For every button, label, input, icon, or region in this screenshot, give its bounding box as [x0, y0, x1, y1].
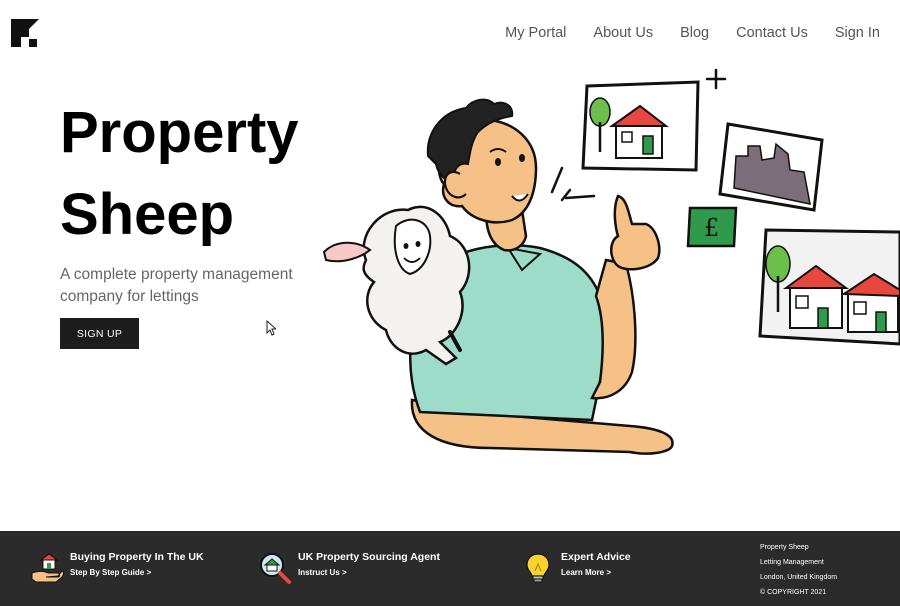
- footer-company-info: Property Sheep Letting Management London…: [760, 543, 837, 597]
- house-picture-frame: [581, 80, 700, 172]
- instruct-us-link[interactable]: Instruct Us >: [298, 568, 440, 577]
- man-with-sheep-thumbs-up-illustration: £: [322, 68, 900, 455]
- footer-company-tagline: Letting Management: [760, 559, 824, 566]
- footer-item-sourcing-agent[interactable]: UK Property Sourcing Agent Instruct Us >: [258, 551, 440, 585]
- footer-item-title: Expert Advice: [561, 551, 631, 563]
- sign-up-button[interactable]: SIGN UP: [60, 318, 139, 349]
- footer-item-title: UK Property Sourcing Agent: [298, 551, 440, 563]
- hero-title-line1: Property: [60, 100, 299, 165]
- svg-text:£: £: [704, 214, 719, 242]
- nav-sign-in[interactable]: Sign In: [835, 25, 880, 41]
- plus-icon: [705, 68, 727, 90]
- exclaim-lines: [550, 166, 596, 202]
- footer-company-location: London, United Kingdom: [760, 574, 838, 581]
- city-picture-frame: [718, 122, 824, 212]
- lightbulb-icon: [526, 553, 550, 583]
- hero-title-line2: Sheep: [60, 182, 235, 247]
- hero-title: Property Sheep: [60, 92, 299, 256]
- footer-company-name: Property Sheep: [760, 544, 809, 551]
- nav-my-portal[interactable]: My Portal: [505, 25, 566, 41]
- hero-subtitle: A complete property management company f…: [60, 266, 293, 305]
- footer-copyright: © COPYRIGHT 2021: [760, 589, 827, 596]
- footer-bar: Buying Property In The UK Step By Step G…: [0, 531, 900, 606]
- footer-item-title: Buying Property In The UK: [70, 551, 204, 563]
- nav-blog[interactable]: Blog: [680, 25, 709, 41]
- hand-house-icon: [31, 553, 64, 583]
- pound-note-icon: £: [686, 206, 738, 248]
- brand-logo-icon[interactable]: [11, 19, 39, 47]
- footer-item-expert-advice[interactable]: Expert Advice Learn More >: [521, 551, 631, 585]
- step-by-step-guide-link[interactable]: Step By Step Guide >: [70, 568, 204, 577]
- footer-item-buying-property[interactable]: Buying Property In The UK Step By Step G…: [30, 551, 204, 585]
- main-nav: My Portal About Us Blog Contact Us Sign …: [505, 25, 880, 41]
- nav-about-us[interactable]: About Us: [593, 25, 653, 41]
- houses-picture-frame: [758, 228, 900, 346]
- magnifier-house-icon: [260, 553, 291, 584]
- learn-more-link[interactable]: Learn More >: [561, 568, 631, 577]
- mouse-cursor-icon: [266, 320, 276, 336]
- nav-contact-us[interactable]: Contact Us: [736, 25, 808, 41]
